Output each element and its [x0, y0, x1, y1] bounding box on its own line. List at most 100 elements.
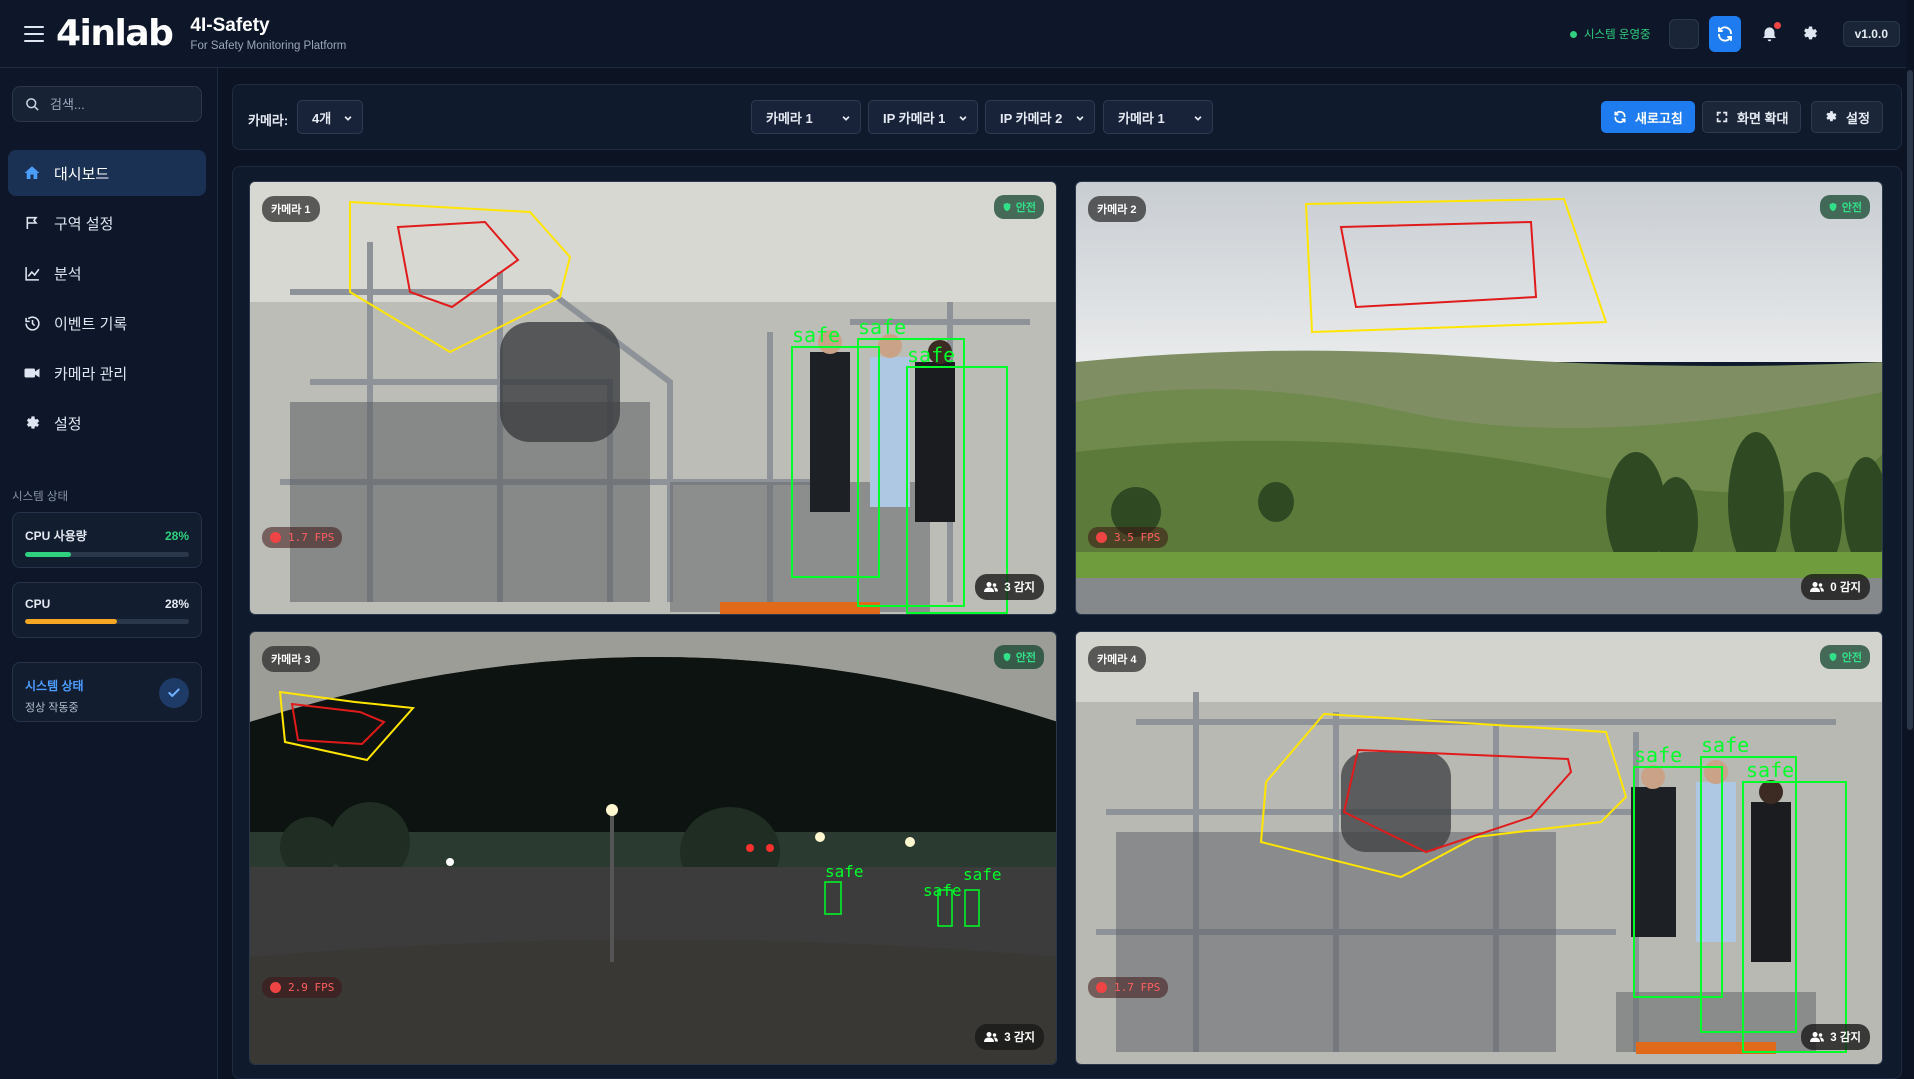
search-box[interactable]: [12, 86, 202, 122]
brand: 4I-Safety For Safety Monitoring Platform: [190, 15, 346, 52]
detection-label: safe: [963, 865, 1002, 884]
users-icon: [1810, 1032, 1825, 1042]
record-dot-icon: [270, 532, 281, 543]
camera-tile-1[interactable]: safe safe safe 카메라 1 안전 1.7 FPS 3 감지: [249, 181, 1057, 615]
camera-count-label: 카메라:: [248, 113, 289, 128]
fps-text: 1.7 FPS: [1114, 981, 1161, 994]
camera-count-value: 4개: [312, 110, 332, 126]
camera-tile-2[interactable]: 카메라 2 안전 3.5 FPS 0 감지: [1075, 181, 1883, 615]
notifications-button[interactable]: [1753, 17, 1787, 51]
detection-label: safe: [1746, 758, 1794, 782]
safety-status-text: 안전: [1015, 652, 1036, 664]
refresh-button[interactable]: [1708, 16, 1741, 52]
system-status-card: 시스템 상태 정상 작동중: [12, 662, 202, 722]
camera-select-1[interactable]: 카메라 1: [751, 100, 861, 134]
sidebar-nav: 대시보드 구역 설정 분석 이벤트 기록 카메라 관리 설정: [8, 150, 206, 450]
sidebar-item-event-log[interactable]: 이벤트 기록: [8, 300, 206, 346]
refresh-cameras-button[interactable]: 새로고침: [1601, 101, 1695, 133]
camera-select-value: 카메라 1: [766, 110, 813, 126]
detection-count-badge: 3 감지: [975, 1024, 1044, 1050]
page-scrollbar[interactable]: [1906, 0, 1914, 1079]
users-icon: [984, 582, 999, 592]
sidebar-item-analytics[interactable]: 분석: [8, 250, 206, 296]
cpu-card: CPU 28%: [12, 582, 202, 638]
shield-icon: [1829, 202, 1837, 212]
camera-grid: safe safe safe 카메라 1 안전 1.7 FPS 3 감지 카메라…: [232, 166, 1902, 1079]
safety-status-badge: 안전: [993, 645, 1044, 669]
menu-icon[interactable]: [24, 25, 44, 42]
safety-status-badge: 안전: [993, 195, 1044, 219]
fps-badge: 1.7 FPS: [262, 527, 343, 548]
camera-feed-1: safe safe safe: [250, 182, 1056, 614]
fps-text: 2.9 FPS: [288, 981, 335, 994]
camera-tile-4[interactable]: safe safe safe 카메라 4 안전 1.7 FPS 3 감지: [1075, 631, 1883, 1065]
check-circle-icon: [159, 678, 189, 708]
search-icon: [26, 97, 39, 111]
camera-select-4[interactable]: 카메라 1: [1103, 100, 1213, 134]
detection-count-badge: 3 감지: [1801, 1024, 1870, 1050]
sidebar: 대시보드 구역 설정 분석 이벤트 기록 카메라 관리 설정 시스템 상태 CP…: [0, 68, 218, 1079]
status-dot-icon: [1569, 30, 1577, 38]
cpu-usage-bar: [25, 552, 189, 557]
chevron-down-icon: [1076, 116, 1084, 121]
sidebar-item-settings[interactable]: 설정: [8, 400, 206, 446]
camera-select-2[interactable]: IP 카메라 1: [868, 100, 978, 134]
safety-status-badge: 안전: [1819, 195, 1870, 219]
detection-count-text: 3 감지: [1004, 582, 1035, 594]
refresh-icon: [1614, 111, 1626, 123]
sidebar-item-dashboard[interactable]: 대시보드: [8, 150, 206, 196]
detection-count-text: 3 감지: [1830, 1032, 1861, 1044]
detection-count-badge: 3 감지: [975, 574, 1044, 600]
sidebar-item-label: 카메라 관리: [54, 365, 128, 383]
sidebar-item-label: 대시보드: [54, 165, 110, 183]
cpu-usage-card: CPU 사용량 28%: [12, 512, 202, 568]
expand-icon: [1716, 111, 1728, 123]
brand-title: 4I-Safety: [190, 15, 270, 36]
users-icon: [984, 1032, 999, 1042]
detection-label: safe: [825, 862, 864, 881]
record-dot-icon: [1096, 532, 1107, 543]
scrollbar-thumb[interactable]: [1907, 70, 1913, 730]
header-actions: 시스템 운영중 v1.0.0: [1569, 0, 1900, 68]
sidebar-item-camera-management[interactable]: 카메라 관리: [8, 350, 206, 396]
fullscreen-label: 화면 확대: [1737, 110, 1789, 126]
camera-label: 카메라 1: [262, 196, 320, 222]
camera-count-select[interactable]: 4개: [297, 100, 363, 134]
detection-count-text: 3 감지: [1004, 1032, 1035, 1044]
sidebar-item-zone-settings[interactable]: 구역 설정: [8, 200, 206, 246]
chevron-down-icon: [842, 116, 850, 121]
camera-select-value: 카메라 1: [1118, 110, 1165, 126]
camera-select-3[interactable]: IP 카메라 2: [985, 100, 1095, 134]
fullscreen-button[interactable]: 화면 확대: [1702, 101, 1802, 133]
app-header: 4inlab 4I-Safety For Safety Monitoring P…: [0, 0, 1914, 68]
record-dot-icon: [1096, 982, 1107, 993]
camera-label: 카메라 3: [262, 646, 320, 672]
shield-icon: [1003, 652, 1011, 662]
camera-toolbar: 카메라: 4개 카메라 1 IP 카메라 1 IP 카메라 2 카메라 1 새로…: [232, 84, 1902, 150]
brand-subtitle: For Safety Monitoring Platform: [190, 40, 347, 52]
fps-text: 1.7 FPS: [288, 531, 335, 544]
camera-settings-button[interactable]: 설정: [1811, 101, 1883, 133]
camera-tile-3[interactable]: safe safe safe 카메라 3 안전 2.9 FPS 3 감지: [249, 631, 1057, 1065]
shield-icon: [1003, 202, 1011, 212]
gear-icon: [1803, 26, 1817, 40]
detection-label: safe: [907, 343, 955, 367]
fps-badge: 3.5 FPS: [1088, 527, 1169, 548]
chart-line-icon: [24, 266, 39, 281]
zone-icon: [26, 216, 38, 229]
camera-select-value: IP 카메라 1: [883, 110, 946, 126]
cpu-bar-fill: [25, 619, 117, 624]
detection-label: safe: [858, 315, 906, 339]
cpu-usage-label: CPU 사용량: [25, 529, 87, 543]
camera-feed-3: safe safe safe: [250, 632, 1056, 1064]
chevron-down-icon: [344, 116, 352, 121]
sidebar-item-label: 설정: [54, 415, 82, 433]
detection-label: safe: [923, 881, 962, 900]
video-icon: [24, 368, 40, 378]
refresh-cameras-label: 새로고침: [1635, 110, 1683, 126]
search-input[interactable]: [50, 96, 190, 112]
blank-button[interactable]: [1668, 19, 1699, 49]
fps-badge: 2.9 FPS: [262, 977, 343, 998]
settings-button[interactable]: [1793, 17, 1827, 51]
safety-status-text: 안전: [1841, 652, 1862, 664]
